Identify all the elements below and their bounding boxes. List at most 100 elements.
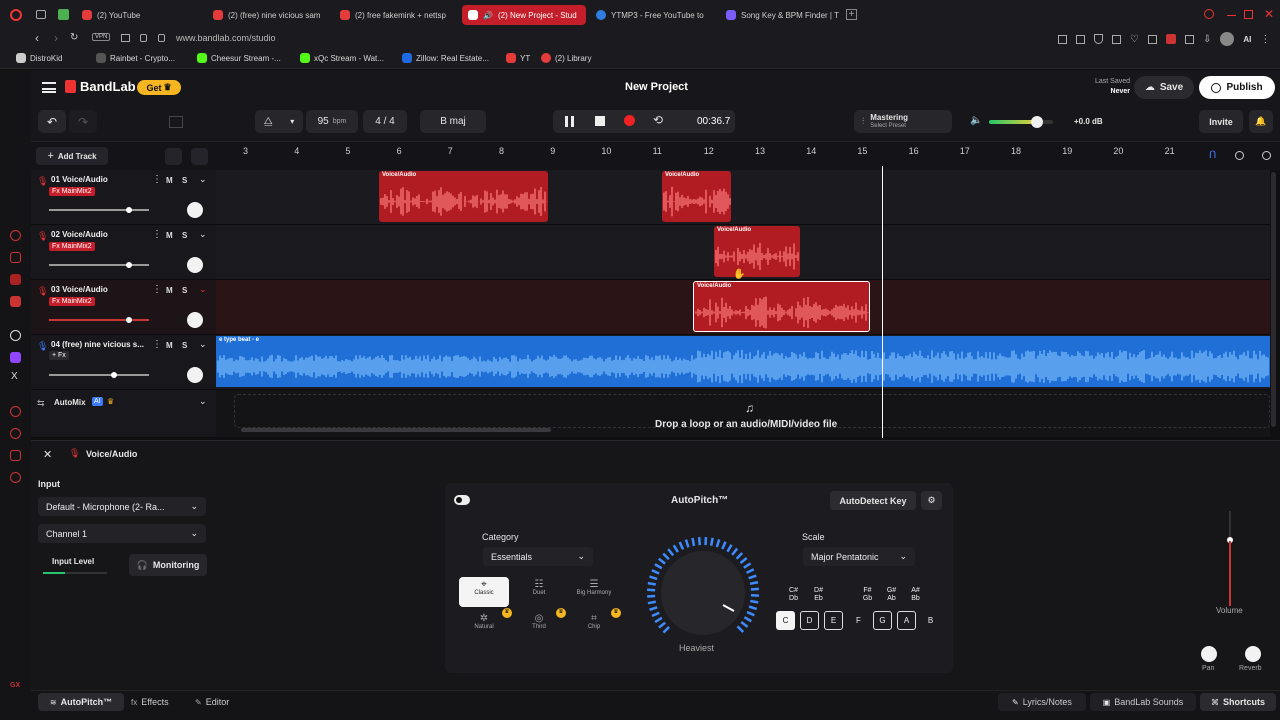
track-volume-slider[interactable] <box>49 207 149 213</box>
chevron-down-icon[interactable]: ⌄ <box>199 339 207 350</box>
bookmark-distrokid[interactable]: DistroKid <box>16 53 62 63</box>
get-membership-button[interactable]: Get ♛ <box>137 80 181 95</box>
preset-big-harmony[interactable]: ☰ Big Harmony <box>569 577 619 607</box>
track-volume-slider[interactable] <box>49 317 149 323</box>
audio-clip[interactable]: Voice/Audio <box>662 171 731 222</box>
preset-classic[interactable]: ⌖ Classic <box>459 577 509 607</box>
record-icon[interactable] <box>624 115 635 126</box>
chevron-down-icon[interactable]: ⌄ <box>199 284 207 295</box>
track-volume-slider[interactable] <box>49 262 149 268</box>
add-fx-button[interactable]: + Fx <box>49 351 69 360</box>
key-d-sharp[interactable]: D# Eb <box>809 585 828 605</box>
opera-logo-icon[interactable] <box>10 9 22 21</box>
autopitch-toggle[interactable] <box>454 495 470 505</box>
solo-button[interactable]: S <box>182 176 187 185</box>
publish-button[interactable]: Publish <box>1199 76 1275 99</box>
heart-icon[interactable]: ♡ <box>1130 34 1139 45</box>
add-track-button[interactable]: + Add Track <box>36 147 108 165</box>
pan-knob[interactable] <box>187 257 203 273</box>
fx-chain-badge[interactable]: Fx MainMix2 <box>49 242 95 251</box>
pan-knob[interactable] <box>187 312 203 328</box>
key-g[interactable]: G <box>873 611 892 630</box>
category-select[interactable]: Essentials ⌄ <box>483 547 593 566</box>
menu-icon[interactable]: ⋮ <box>1260 34 1270 45</box>
knob-body[interactable] <box>661 551 745 635</box>
tab-grid-icon[interactable] <box>36 10 46 19</box>
tab-ytmp3[interactable]: YTMP3 - Free YouTube to <box>590 5 714 25</box>
history-icon[interactable] <box>10 428 21 439</box>
snapshot-icon[interactable] <box>1076 34 1085 44</box>
track-header-01[interactable]: 🎙 01 Voice/Audio Fx MainMix2 ⋮ M S ⌄ <box>31 170 216 225</box>
list-icon[interactable] <box>1147 34 1157 44</box>
shortcuts-button[interactable]: ⌘ Shortcuts <box>1200 693 1276 711</box>
playhead[interactable] <box>882 166 883 438</box>
download-icon[interactable]: ⇩ <box>1203 34 1211 45</box>
save-button[interactable]: ☁ Save <box>1134 76 1194 99</box>
hamburger-menu-icon[interactable] <box>42 82 56 93</box>
track-header-02[interactable]: 🎙 02 Voice/Audio Fx MainMix2 ⋮ M S ⌄ <box>31 225 216 280</box>
drop-zone[interactable]: ♫ Drop a loop or an audio/MIDI/video fil… <box>216 390 1270 438</box>
track-menu-icon[interactable]: ⋮ <box>152 284 162 295</box>
audio-clip-selected[interactable]: Voice/Audio <box>693 281 870 332</box>
zoom-in-icon[interactable] <box>1262 151 1271 160</box>
key-c-sharp[interactable]: C# Db <box>784 585 803 605</box>
mute-button[interactable]: M <box>166 176 173 185</box>
mute-button[interactable]: M <box>166 341 173 350</box>
bookmark-cheesur[interactable]: Cheesur Stream -... <box>197 53 281 63</box>
track-lane-01[interactable] <box>216 170 1270 225</box>
extension-icon[interactable] <box>58 9 69 20</box>
monitoring-button[interactable]: 🎧 Monitoring <box>129 554 207 576</box>
chevron-down-icon[interactable]: ⌄ <box>199 396 207 407</box>
track-name[interactable]: 04 (free) nine vicious s... <box>51 340 144 349</box>
piano-icon[interactable] <box>169 116 183 128</box>
tab-nine-vicious[interactable]: (2) (free) nine vicious sam <box>207 5 327 25</box>
key-a-sharp[interactable]: A# Bb <box>906 585 925 605</box>
loop-icon[interactable]: ⟲ <box>653 113 663 127</box>
bookmark-rainbet[interactable]: Rainbet - Crypto... <box>96 53 175 63</box>
notifications-button[interactable]: 🔔 <box>1249 110 1273 133</box>
key-f[interactable]: F <box>849 611 868 630</box>
avatar[interactable] <box>1220 32 1235 46</box>
beat-audio-clip[interactable]: e type beat - e <box>216 336 1270 387</box>
settings-sliders-icon[interactable]: ⚙ <box>921 491 942 510</box>
vpn-badge[interactable]: VPN <box>92 33 111 41</box>
tab-editor[interactable]: ✎ Editor <box>195 693 245 711</box>
track-menu-icon[interactable]: ⋮ <box>152 174 162 185</box>
autopitch-amount-knob[interactable] <box>645 535 761 651</box>
search-tabs-icon[interactable] <box>1204 9 1214 19</box>
preset-natural[interactable]: ✲ Natural <box>459 611 509 641</box>
chatgpt-icon[interactable] <box>10 330 21 341</box>
track-menu-icon[interactable]: ⋮ <box>152 339 162 350</box>
reload-icon[interactable]: ↻ <box>70 32 78 43</box>
speaker-icon[interactable]: 🔈 <box>970 115 982 126</box>
track-settings-icon[interactable] <box>191 148 208 165</box>
stop-icon[interactable] <box>595 116 605 126</box>
bookmark-zillow[interactable]: Zillow: Real Estate... <box>402 53 489 63</box>
forward-icon[interactable]: › <box>54 31 58 45</box>
reader-icon[interactable] <box>121 34 130 42</box>
mastering-button[interactable]: ⫶ Mastering Select Preset <box>854 110 952 133</box>
minimize-icon[interactable] <box>1227 15 1236 16</box>
gx-icon[interactable]: GX <box>10 682 20 689</box>
bookmark-library[interactable]: (2) Library <box>541 53 591 63</box>
pause-icon[interactable] <box>565 116 574 127</box>
x-icon[interactable]: X <box>11 371 18 382</box>
bookmark-xqc[interactable]: xQc Stream - Wat... <box>300 53 384 63</box>
wallet-icon[interactable] <box>1112 34 1121 44</box>
track-menu-icon[interactable]: ⋮ <box>152 229 162 240</box>
refresh-icon[interactable] <box>10 230 21 241</box>
slider-thumb[interactable] <box>126 317 132 323</box>
project-title[interactable]: New Project <box>625 81 688 93</box>
slider-thumb[interactable] <box>126 207 132 213</box>
zoom-out-icon[interactable] <box>1235 151 1244 160</box>
slider-thumb[interactable] <box>111 372 117 378</box>
pin-icon[interactable] <box>1058 34 1067 44</box>
scale-select[interactable]: Major Pentatonic ⌄ <box>803 547 915 566</box>
settings-icon[interactable] <box>10 472 21 483</box>
track-header-03[interactable]: 🎙 03 Voice/Audio Fx MainMix2 ⋮ M S ⌄ <box>31 280 216 335</box>
tab-fakemink[interactable]: (2) free fakemink + nettsp <box>334 5 454 25</box>
url-field[interactable]: www.bandlab.com/studio <box>176 33 276 43</box>
key-d[interactable]: D <box>800 611 819 630</box>
extension-red-icon[interactable] <box>1165 34 1176 44</box>
tempo-field[interactable]: 95 bpm <box>306 110 358 133</box>
